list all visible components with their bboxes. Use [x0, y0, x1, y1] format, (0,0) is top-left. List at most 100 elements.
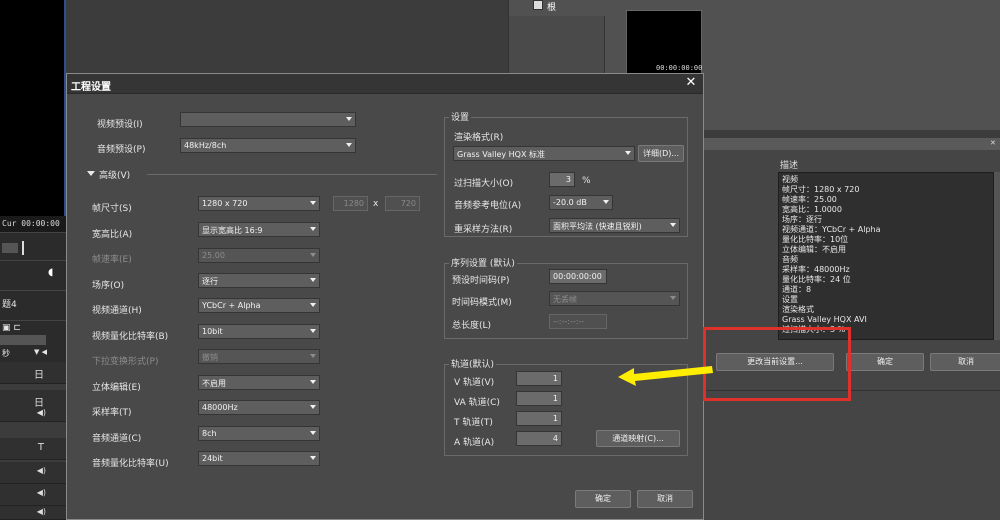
panel-ok-button[interactable]: 确定 [846, 353, 924, 371]
sample-rate-label: 采样率(T) [92, 408, 132, 418]
audio-channel-select[interactable]: 8ch [198, 426, 320, 441]
select-value: 逐行 [202, 277, 218, 286]
audio-channel-label: 音频通道(C) [92, 434, 142, 444]
speaker-icon[interactable]: ◀) [37, 408, 46, 417]
panel-cancel-button[interactable]: 取消 [930, 353, 1000, 371]
desc-line: 场序：逐行 [782, 215, 822, 224]
chevron-down-icon [310, 278, 316, 282]
v-track-field[interactable]: 1 [516, 371, 562, 386]
video-bitdepth-select[interactable]: 10bit [198, 324, 320, 339]
tool-icons[interactable]: ▣ ⊏ [2, 323, 21, 333]
sequence-group-title: 序列设置 (默认) [449, 256, 517, 269]
chevron-down-icon [670, 223, 676, 227]
stereo-select[interactable]: 不启用 [198, 375, 320, 390]
cancel-button[interactable]: 取消 [637, 490, 693, 508]
a-track-field[interactable]: 4 [516, 431, 562, 446]
marker-icon[interactable]: ◖ [48, 267, 53, 278]
audio-track-3[interactable]: ◀) [0, 506, 66, 520]
highlight-box [703, 327, 851, 401]
timeline-scroll[interactable] [0, 335, 46, 345]
preset-tc-field[interactable]: 00:00:00:00 [549, 269, 607, 284]
frame-width-field[interactable]: 1280 [333, 196, 368, 211]
bin-icon[interactable] [533, 0, 543, 10]
render-format-select[interactable]: Grass Valley HQX 标准 [453, 146, 635, 161]
frame-size-select[interactable]: 1280 x 720 [198, 196, 320, 211]
frame-rate-select[interactable]: 25.00 [198, 248, 320, 263]
frame-rate-label: 帧速率(E) [92, 255, 132, 265]
pulldown-select[interactable]: 撤销 [198, 349, 320, 364]
select-value: 10bit [202, 327, 223, 336]
bin-title: 题4 [2, 300, 17, 310]
playhead-marker[interactable] [22, 241, 24, 255]
timecode-display: Cur 00:00:00 [0, 216, 66, 232]
frame-height-field[interactable]: 720 [385, 196, 420, 211]
scale-dropdown[interactable]: 秒 [2, 348, 10, 359]
select-value: YCbCr + Alpha [202, 301, 261, 310]
resample-select[interactable]: 面积平均法 (快速且锐利) [549, 218, 680, 233]
chevron-down-icon [310, 227, 316, 231]
settings-group-title: 设置 [449, 110, 472, 123]
tc-mode-label: 时间码模式(M) [452, 298, 512, 308]
select-value: 1280 x 720 [202, 199, 248, 208]
desc-line: 音频 [782, 255, 798, 264]
select-value: 8ch [202, 429, 217, 438]
total-length-field[interactable]: --:--:--:-- [549, 314, 607, 329]
collapse-triangle-icon[interactable] [87, 171, 95, 176]
v-track-label: V 轨道(V) [454, 378, 495, 388]
t-track-field[interactable]: 1 [516, 411, 562, 426]
scale-arrows-icon[interactable]: ▼ ◀ [34, 348, 47, 356]
select-value: 48000Hz [202, 403, 238, 412]
shuttle-bar[interactable] [2, 243, 18, 253]
track-row-3[interactable]: T [0, 438, 66, 460]
chevron-down-icon [310, 253, 316, 257]
desc-line: 设置 [782, 295, 798, 304]
description-label: 描述 [780, 161, 799, 171]
times-label: x [373, 199, 379, 209]
overscan-unit: % [582, 176, 591, 186]
tracks-group-title: 轨道(默认) [449, 357, 497, 370]
audio-ref-select[interactable]: -20.0 dB [549, 195, 613, 210]
va-track-field[interactable]: 1 [516, 391, 562, 406]
description-scrollbar[interactable] [994, 172, 1000, 340]
chevron-down-icon [310, 354, 316, 358]
close-icon[interactable]: ✕ [990, 139, 998, 147]
audio-preset-select[interactable]: 48kHz/8ch [180, 138, 356, 153]
channel-map-button[interactable]: 通道映射(C)... [596, 430, 680, 447]
video-channel-select[interactable]: YCbCr + Alpha [198, 298, 320, 313]
close-icon[interactable]: ✕ [683, 75, 699, 91]
field-order-label: 场序(O) [92, 281, 125, 291]
desc-line: 量化比特率：24 位 [782, 275, 851, 284]
dialog-title-bar[interactable]: 工程设置 ✕ [67, 74, 703, 94]
select-value: Grass Valley HQX 标准 [457, 150, 546, 159]
overscan-field[interactable]: 3 [549, 172, 575, 187]
track-row-2[interactable]: 日 ◀) [0, 390, 66, 422]
tc-mode-select[interactable]: 无丢帧 [549, 291, 680, 306]
video-preset-select[interactable] [180, 112, 356, 127]
audio-bitdepth-label: 音频量化比特率(U) [92, 459, 169, 469]
video-bitdepth-label: 视频量化比特率(B) [92, 332, 169, 342]
chevron-down-icon [346, 143, 352, 147]
speaker-icon[interactable]: ◀) [37, 466, 46, 475]
marker-strip: ◖ [0, 260, 66, 290]
ok-button[interactable]: 确定 [575, 490, 631, 508]
audio-bitdepth-select[interactable]: 24bit [198, 451, 320, 466]
track-row-1[interactable]: 日 [0, 362, 66, 384]
field-order-select[interactable]: 逐行 [198, 273, 320, 288]
aspect-select[interactable]: 显示宽高比 16:9 [198, 222, 320, 237]
audio-track-2[interactable]: ◀) [0, 484, 66, 506]
sample-rate-select[interactable]: 48000Hz [198, 400, 320, 415]
chevron-down-icon [310, 380, 316, 384]
speaker-icon[interactable]: ◀) [37, 488, 46, 497]
advanced-toggle[interactable]: 高级(V) [99, 168, 130, 181]
audio-track-1[interactable]: ◀) [0, 462, 66, 484]
aspect-label: 宽高比(A) [92, 230, 133, 240]
speaker-icon[interactable]: ◀) [37, 507, 46, 516]
chevron-down-icon [310, 431, 316, 435]
chevron-down-icon [670, 296, 676, 300]
details-button[interactable]: 详细(D)... [638, 145, 684, 162]
total-length-label: 总长度(L) [452, 321, 492, 331]
resample-label: 重采样方法(R) [454, 225, 513, 235]
select-value: 显示宽高比 16:9 [202, 226, 263, 235]
render-format-label: 渲染格式(R) [454, 133, 504, 143]
track-glyph: 日 [34, 398, 44, 409]
